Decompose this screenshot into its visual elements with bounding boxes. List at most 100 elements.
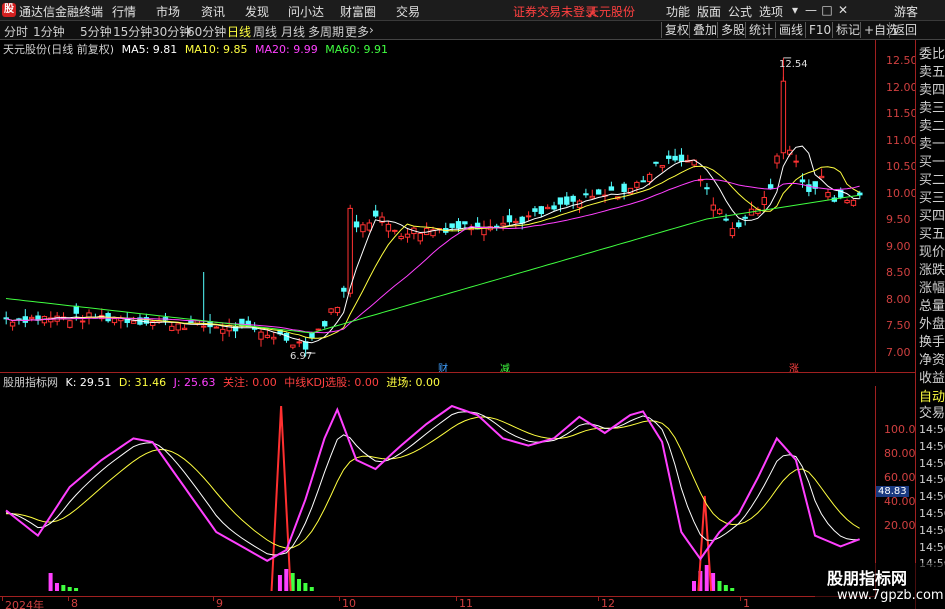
candle[interactable]	[716, 208, 723, 215]
kdj-indicator-chart[interactable]	[0, 386, 875, 596]
candle[interactable]	[411, 226, 417, 240]
trade-tab[interactable]: 交易	[919, 402, 945, 421]
period-monthly[interactable]: 月线	[281, 23, 305, 40]
period-5min[interactable]: 5分钟	[80, 23, 112, 40]
guest-label[interactable]: 游客	[894, 3, 918, 20]
period-30min[interactable]: 30分钟	[152, 23, 191, 40]
candle[interactable]	[506, 208, 513, 226]
period-weekly[interactable]: 周线	[253, 23, 277, 40]
menu-faxian[interactable]: 发现	[245, 3, 269, 20]
candle[interactable]	[9, 320, 16, 331]
candle[interactable]	[729, 222, 736, 239]
candle[interactable]	[666, 150, 672, 164]
tool-huaxian[interactable]: 画线	[775, 22, 806, 38]
candle[interactable]	[710, 197, 717, 218]
menu-zixun[interactable]: 资讯	[201, 3, 225, 20]
candle[interactable]	[328, 307, 334, 315]
menu-wenxiaoda[interactable]: 问小达	[288, 3, 324, 20]
menu-banmian[interactable]: 版面	[697, 3, 721, 20]
candle[interactable]	[583, 188, 589, 198]
candle[interactable]	[341, 285, 347, 298]
close-icon[interactable]: ✕	[835, 2, 851, 18]
candle[interactable]	[780, 76, 787, 160]
candle[interactable]	[736, 219, 742, 229]
candle[interactable]	[353, 214, 360, 233]
candle[interactable]	[723, 213, 729, 222]
candle[interactable]	[481, 220, 487, 242]
tool-f10[interactable]: F10	[805, 22, 834, 38]
tool-diejia[interactable]: 叠加	[689, 22, 720, 38]
candle[interactable]	[551, 201, 557, 211]
period-more[interactable]: 更多	[345, 23, 369, 40]
candle[interactable]	[576, 199, 583, 214]
period-60min[interactable]: 60分钟	[187, 23, 226, 40]
candle[interactable]	[640, 175, 646, 183]
candle[interactable]	[417, 232, 423, 245]
candle[interactable]	[67, 319, 73, 329]
candle[interactable]	[468, 224, 474, 236]
candle[interactable]	[825, 188, 831, 201]
candle[interactable]	[570, 194, 576, 209]
candle[interactable]	[41, 315, 48, 326]
dropdown-icon[interactable]: ▾	[787, 2, 803, 18]
candle[interactable]	[175, 323, 181, 334]
candle[interactable]	[99, 308, 105, 322]
menu-jiaoyi[interactable]: 交易	[396, 3, 420, 20]
candle[interactable]	[704, 183, 710, 195]
candle[interactable]	[372, 204, 379, 219]
period-1min[interactable]: 1分钟	[33, 23, 65, 40]
period-multi[interactable]: 多周期	[308, 23, 344, 40]
candle[interactable]	[697, 175, 704, 187]
candle[interactable]	[774, 153, 780, 169]
menu-gongneng[interactable]: 功能	[666, 3, 690, 20]
candle[interactable]	[818, 168, 825, 179]
candle[interactable]	[767, 178, 774, 190]
menu-caifuquan[interactable]: 财富圈	[340, 3, 376, 20]
candle[interactable]	[404, 227, 411, 243]
period-daily[interactable]: 日线	[227, 23, 251, 40]
login-warning[interactable]: 证券交易未登录	[513, 3, 597, 20]
menu-gongshi[interactable]: 公式	[728, 3, 752, 20]
candle[interactable]	[271, 331, 277, 345]
candle[interactable]	[258, 329, 264, 347]
period-15min[interactable]: 15分钟	[113, 23, 152, 40]
candle[interactable]	[544, 204, 551, 210]
candle[interactable]	[793, 154, 799, 168]
candle[interactable]	[334, 306, 341, 316]
candle[interactable]	[525, 211, 532, 221]
candle[interactable]	[111, 318, 118, 326]
minimize-icon[interactable]: —	[803, 2, 819, 18]
candle[interactable]	[379, 212, 385, 226]
menu-hangqing[interactable]: 行情	[112, 3, 136, 20]
period-fenshi[interactable]: 分时	[4, 23, 28, 40]
candle[interactable]	[22, 309, 29, 328]
candle[interactable]	[169, 322, 175, 332]
candle[interactable]	[653, 161, 659, 167]
candle[interactable]	[226, 318, 232, 337]
menu-shichang[interactable]: 市场	[156, 3, 180, 20]
candle[interactable]	[532, 206, 538, 217]
candle[interactable]	[423, 222, 430, 236]
candle[interactable]	[806, 179, 812, 197]
candle[interactable]	[608, 181, 615, 191]
candle[interactable]	[181, 324, 188, 331]
candle[interactable]	[589, 189, 595, 199]
candle[interactable]	[264, 330, 271, 339]
tool-back[interactable]: 返回	[889, 22, 920, 38]
candle[interactable]	[213, 325, 220, 329]
maximize-icon[interactable]: □	[819, 2, 835, 18]
candle[interactable]	[290, 344, 296, 350]
candle[interactable]	[3, 311, 9, 325]
candle[interactable]	[385, 220, 392, 238]
candle[interactable]	[392, 229, 398, 235]
candle[interactable]	[150, 319, 156, 330]
candle[interactable]	[538, 205, 545, 218]
candle[interactable]	[564, 192, 570, 207]
candle[interactable]	[322, 320, 328, 329]
candlestick-chart[interactable]	[0, 40, 875, 372]
tool-tongji[interactable]: 统计	[745, 22, 776, 38]
candle[interactable]	[360, 221, 366, 238]
candle[interactable]	[761, 190, 767, 213]
candle[interactable]	[398, 233, 404, 241]
candle[interactable]	[137, 314, 143, 326]
